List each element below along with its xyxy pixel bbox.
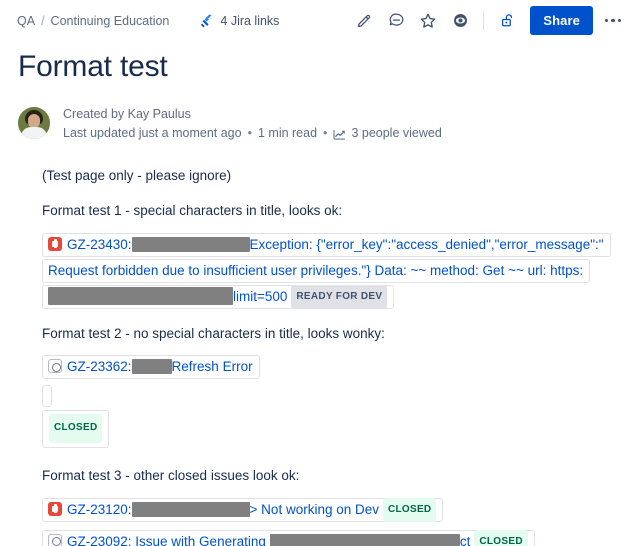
section-1-heading: Format test 1 - special characters in ti… bbox=[42, 203, 343, 219]
page-body: Format test Created by Kay Paulus Last u… bbox=[0, 49, 640, 546]
page-title: Format test bbox=[18, 50, 168, 83]
redacted-text bbox=[131, 236, 250, 252]
star-icon[interactable] bbox=[413, 6, 443, 36]
issue-key: GZ-23120: bbox=[67, 501, 132, 517]
page-content: (Test page only - please ignore) Format … bbox=[42, 166, 622, 546]
section-2-heading: Format test 2 - no special characters in… bbox=[42, 325, 385, 341]
status-badge: CLOSED bbox=[49, 414, 103, 443]
jira-smartlink-gz-23362[interactable]: GZ-23362: Refresh Error bbox=[42, 355, 260, 380]
analytics-chart-icon bbox=[333, 129, 346, 140]
more-dots-icon bbox=[604, 18, 622, 23]
redacted-text bbox=[131, 501, 250, 517]
jira-links-label: 4 Jira links bbox=[220, 13, 280, 28]
redacted-url bbox=[48, 286, 233, 305]
redacted-text bbox=[131, 359, 172, 375]
jira-smartlink-block-2: GZ-23362: Refresh Error CLOSED bbox=[42, 354, 622, 448]
byline-separator-1: • bbox=[247, 126, 252, 141]
breadcrumb-space[interactable]: QA bbox=[17, 14, 35, 28]
issue-summary-part-1: Exception: bbox=[249, 236, 313, 252]
page-actions: Share bbox=[349, 6, 628, 36]
byline-separator-2: • bbox=[323, 126, 328, 141]
byline-views[interactable]: 3 people viewed bbox=[351, 124, 441, 143]
smartlink-status-fragment-row: CLOSED bbox=[42, 410, 622, 448]
smartlink-empty-fragment[interactable] bbox=[42, 384, 52, 407]
smartlink-status-fragment[interactable]: CLOSED bbox=[42, 410, 110, 448]
byline-created-by[interactable]: Created by Kay Paulus bbox=[63, 107, 191, 121]
intro-paragraph: (Test page only - please ignore) bbox=[42, 167, 232, 183]
byline-text: Created by Kay Paulus Last updated just … bbox=[63, 105, 442, 144]
more-actions-button[interactable] bbox=[598, 6, 628, 36]
jira-smartlink-gz-23092[interactable]: GZ-23092: Issue with Generating ct CLOSED bbox=[42, 529, 535, 546]
jira-icon bbox=[199, 13, 214, 28]
issue-key: GZ-23362: bbox=[67, 359, 132, 375]
redacted-text bbox=[269, 533, 460, 546]
jira-smartlink-block-3: GZ-23120: > Not working on Dev CLOSED bbox=[42, 497, 622, 523]
watch-icon[interactable] bbox=[445, 6, 475, 36]
task-icon bbox=[48, 359, 62, 374]
byline: Created by Kay Paulus Last updated just … bbox=[18, 105, 622, 144]
restrictions-unlock-icon[interactable] bbox=[492, 6, 522, 36]
bug-icon bbox=[48, 501, 62, 516]
status-badge: READY FOR DEV bbox=[291, 285, 388, 309]
status-badge: CLOSED bbox=[474, 530, 528, 546]
share-button[interactable]: Share bbox=[530, 6, 593, 35]
jira-smartlink-gz-23120[interactable]: GZ-23120: > Not working on Dev CLOSED bbox=[42, 497, 444, 522]
breadcrumb-separator: / bbox=[41, 13, 45, 28]
jira-smartlink-block-4: GZ-23092: Issue with Generating ct CLOSED bbox=[42, 529, 622, 546]
smartlink-empty-fragment-row bbox=[42, 382, 622, 408]
task-icon bbox=[48, 533, 62, 546]
actions-divider bbox=[483, 11, 485, 30]
edit-icon[interactable] bbox=[349, 6, 379, 36]
jira-smartlink-block-1: GZ-23430: Exception: {"error_key":"access… bbox=[42, 232, 622, 310]
status-badge: CLOSED bbox=[382, 498, 437, 522]
jira-smartlink-gz-23430[interactable]: GZ-23430: Exception: {"error_key":"access… bbox=[42, 232, 611, 309]
comment-icon[interactable] bbox=[381, 6, 411, 36]
section-3-heading: Format test 3 - other closed issues look… bbox=[42, 467, 300, 483]
issue-key: GZ-23430: bbox=[67, 236, 132, 252]
issue-key: GZ-23092: Issue with Generating bbox=[67, 533, 266, 546]
issue-summary-tail: limit=500 bbox=[233, 288, 288, 304]
bug-icon bbox=[48, 236, 62, 251]
breadcrumb: QA / Continuing Education bbox=[17, 14, 169, 28]
byline-read-time: 1 min read bbox=[257, 126, 318, 141]
byline-last-updated[interactable]: Last updated just a moment ago bbox=[63, 124, 242, 143]
avatar[interactable] bbox=[18, 107, 50, 139]
breadcrumb-page[interactable]: Continuing Education bbox=[51, 14, 170, 28]
issue-summary: ct bbox=[459, 533, 471, 546]
issue-summary: > Not working on Dev bbox=[249, 501, 379, 517]
jira-links-button[interactable]: 4 Jira links bbox=[199, 13, 279, 28]
page-top-bar: QA / Continuing Education 4 Jira links S… bbox=[0, 0, 640, 41]
issue-summary: Refresh Error bbox=[171, 359, 253, 375]
